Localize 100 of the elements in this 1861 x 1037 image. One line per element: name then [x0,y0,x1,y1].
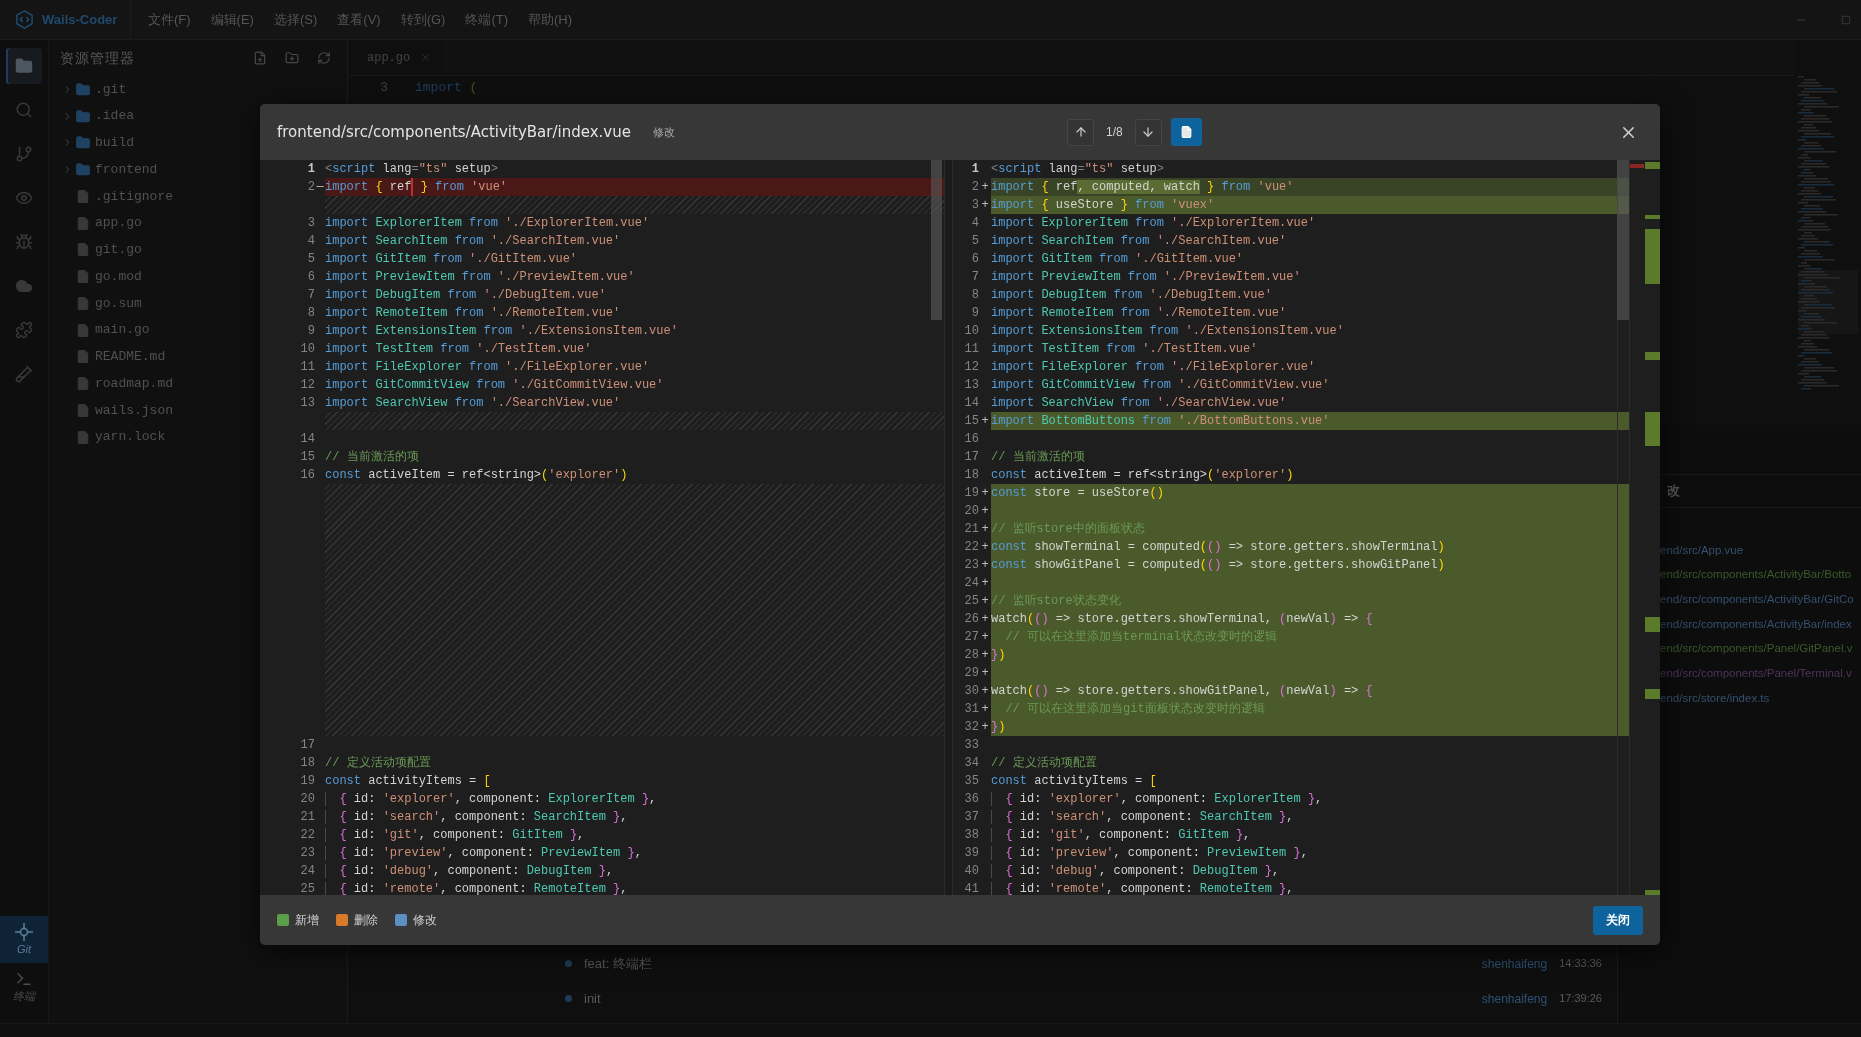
scrollbar-thumb[interactable] [931,160,942,320]
menu-item[interactable]: 转到(G) [400,9,446,30]
new-file-icon[interactable] [253,51,267,65]
file-icon [1179,125,1193,139]
commit-author: shenhaifeng [1481,990,1548,1008]
panel-title: 资源管理器 [60,48,135,68]
tree-item[interactable]: go.mod [61,266,142,287]
diff-sign: + [981,179,989,196]
tree-item[interactable]: wails.json [61,400,173,421]
tree-item[interactable]: build [61,133,134,153]
code-line: import SearchItem from './SearchItem.vue' [325,234,621,248]
line-number: 32 [964,719,979,736]
tree-item[interactable]: main.go [61,320,150,340]
menu-item[interactable]: 选择(S) [273,9,318,30]
diff-sign: + [981,683,989,700]
activity-tab[interactable]: Git [0,916,48,963]
change-counter: 1/8 [1106,124,1123,141]
menu-item[interactable]: 查看(V) [337,9,381,30]
tree-item[interactable]: .gitignore [61,186,173,207]
maximize-icon[interactable] [1841,14,1851,25]
hexagon-logo-icon [15,10,34,29]
line-number: 3 [971,197,979,214]
legend-label: 修改 [413,912,437,929]
line-number: 35 [964,773,979,790]
scrollbar-thumb[interactable] [1617,160,1629,320]
line-number: 17 [964,449,979,466]
line-number: 20 [964,503,979,520]
tree-item[interactable]: git.go [61,240,142,260]
menu-item[interactable]: 帮助(H) [528,9,573,30]
close-button[interactable]: 关闭 [1593,905,1643,935]
tree-item[interactable]: app.go [61,213,142,233]
line-number: 19 [964,485,979,502]
new-folder-icon[interactable] [285,51,299,65]
code-line: import SearchView from './SearchView.vue' [991,396,1287,410]
line-number: 9 [307,323,315,340]
changed-file[interactable]: end/src/store/index.ts [1660,689,1770,708]
changed-file[interactable]: end/src/App.vue [1660,541,1744,559]
line-number: 9 [971,305,979,322]
line-number: 29 [964,665,979,682]
line-number: 8 [971,287,979,304]
diff-sign: + [981,485,989,502]
code-line: { id: 'preview', component: PreviewItem }, [325,846,642,860]
diff-sign: + [981,197,989,214]
diff-sign: + [981,647,989,664]
diff-sign: + [981,539,989,556]
code-line: const activeItem = ref<string>('explorer') [991,468,1294,482]
commit-message[interactable]: init [584,988,601,1009]
code-line: import FileExplorer from './FileExplorer.vue' [991,360,1316,374]
view-toggle-button[interactable] [1170,118,1202,146]
code-line: // 定义活动项配置 [991,756,1097,770]
line-number: 15 [964,413,979,430]
code-line: import ExplorerItem from './ExplorerItem.vue' [991,216,1316,230]
changed-file[interactable]: end/src/components/ActivityBar/GitCo [1660,591,1854,609]
code-line: { id: 'git', component: GitItem }, [325,828,585,842]
code-line: { id: 'search', component: SearchItem }, [325,810,628,824]
legend-label: 新增 [295,912,319,929]
commit-message[interactable]: feat: 终端栏 [584,953,652,974]
previous-change-button[interactable] [1067,118,1094,146]
changed-file[interactable]: end/src/components/Panel/GitPanel.v [1660,640,1853,658]
diff-sign: + [981,503,989,520]
file-icon [76,376,90,392]
line-number: 36 [964,791,979,808]
file-icon [76,402,90,418]
menu-item[interactable]: 编辑(E) [210,9,254,30]
refresh-icon[interactable] [317,51,331,65]
change-status: 修改 [652,124,675,140]
menu-item[interactable]: 文件(F) [148,9,191,30]
diff-sign: + [981,701,989,718]
changed-file[interactable]: end/src/components/Panel/Terminal.v [1660,665,1852,683]
diff-sign: + [981,593,989,610]
change-marker [1645,229,1660,284]
line-number: 40 [964,863,979,880]
line-number: 12 [300,377,315,394]
code-line: const activityItems = [ [991,774,1157,788]
line-number: 39 [964,845,979,862]
tree-item[interactable]: .git [61,79,127,100]
tree-item[interactable]: README.md [61,347,166,367]
line-number: 16 [300,467,315,484]
bug-icon [15,233,33,251]
next-change-button[interactable] [1134,118,1162,146]
code-line: import ExtensionsItem from './ExtensionsItem.vue' [991,324,1344,338]
file-icon [76,322,90,338]
folder-icon [75,81,91,97]
diff-sign: + [981,629,989,646]
changed-file[interactable]: end/src/components/ActivityBar/Botto [1660,566,1852,584]
code-line: <script lang="ts" setup> [991,162,1164,176]
code-line: import RemoteItem from './RemoteItem.vue' [325,306,621,320]
tree-item[interactable]: .idea [61,106,134,126]
line-number: 7 [971,269,979,286]
changed-file[interactable]: end/src/components/ActivityBar/index [1660,615,1852,634]
tree-item[interactable]: frontend [61,159,158,180]
tree-item[interactable]: go.sum [61,293,142,314]
diff-sign: + [981,719,989,736]
line-number: 2 [307,179,315,196]
menu-item[interactable]: 终端(T) [465,9,509,30]
folder-icon [75,162,91,178]
tree-item[interactable]: roadmap.md [61,373,173,394]
tree-item[interactable]: yarn.lock [61,427,166,447]
file-icon [76,295,90,311]
activity-tab[interactable] [6,48,42,84]
